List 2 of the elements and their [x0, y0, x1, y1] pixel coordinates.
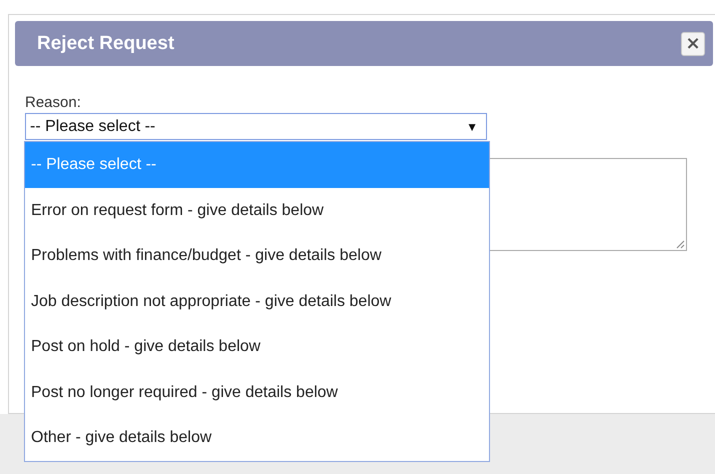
dialog-title: Reject Request — [37, 32, 174, 54]
field-label: Reason: — [25, 94, 82, 111]
